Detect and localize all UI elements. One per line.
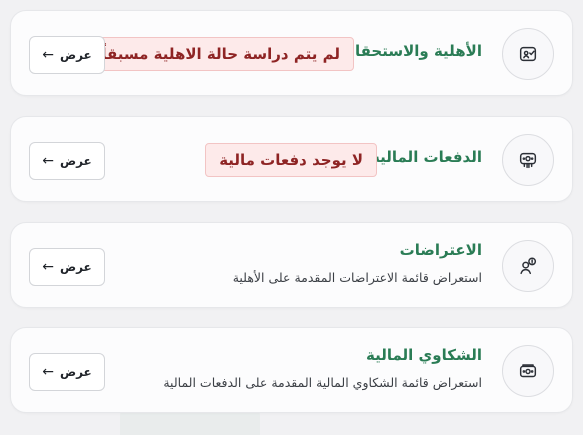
card-title: الأهلية والاستحقاق: [341, 42, 482, 60]
card-title: الشكاوي المالية: [365, 346, 482, 364]
arrow-left-icon: ←: [42, 364, 54, 380]
arrow-left-icon: ←: [42, 47, 54, 63]
card-title: الدفعات المالية: [371, 148, 482, 166]
view-button-label: عرض: [59, 365, 92, 379]
arrow-left-icon: ←: [42, 259, 54, 275]
objections-card: الاعتراضات استعراض قائمة الاعتراضات المق…: [10, 222, 573, 308]
view-payments-button[interactable]: ← عرض: [29, 142, 105, 180]
arrow-left-icon: ←: [42, 153, 54, 169]
status-badge: لا يوجد دفعات مالية: [205, 143, 377, 177]
payments-card: الدفعات المالية لا يوجد دفعات مالية ← عر…: [10, 116, 573, 202]
card-description: استعراض قائمة الشكاوي المالية المقدمة عل…: [163, 375, 482, 390]
money-icon: [502, 134, 554, 186]
view-complaints-button[interactable]: ← عرض: [29, 353, 105, 391]
eligibility-card: الأهلية والاستحقاق لم يتم دراسة حالة الا…: [10, 10, 573, 96]
verified-id-icon: [502, 28, 554, 80]
view-button-label: عرض: [59, 48, 92, 62]
user-alert-icon: [502, 240, 554, 292]
card-description: استعراض قائمة الاعتراضات المقدمة على الأ…: [232, 270, 482, 285]
view-button-label: عرض: [59, 260, 92, 274]
view-objections-button[interactable]: ← عرض: [29, 248, 105, 286]
card-title: الاعتراضات: [399, 241, 482, 259]
status-badge: لم يتم دراسة حالة الاهلية مسبقاً: [87, 37, 354, 71]
cash-complaint-icon: [502, 345, 554, 397]
financial-complaints-card: الشكاوي المالية استعراض قائمة الشكاوي ال…: [10, 327, 573, 413]
view-button-label: عرض: [59, 154, 92, 168]
view-eligibility-button[interactable]: ← عرض: [29, 36, 105, 74]
